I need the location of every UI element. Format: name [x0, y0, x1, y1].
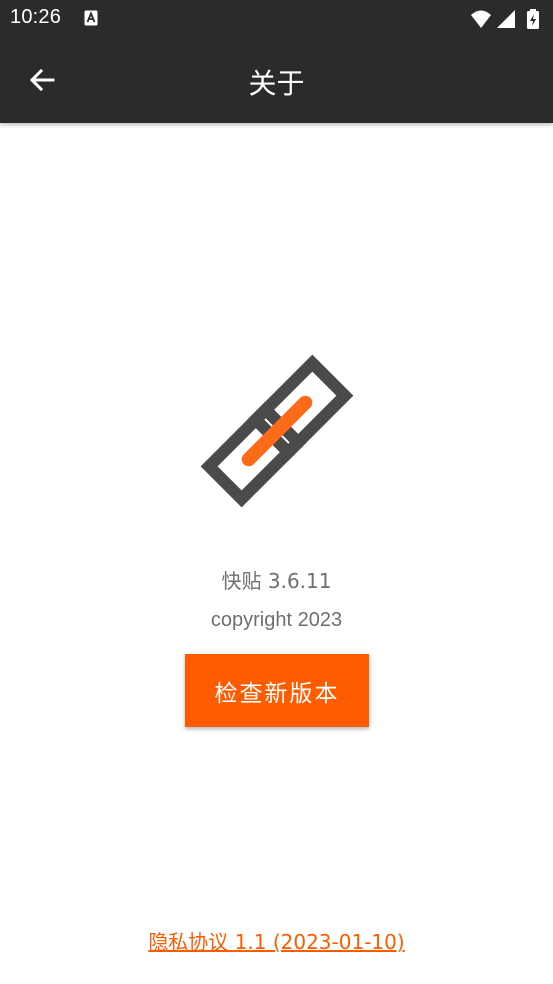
check-update-button[interactable]: 检查新版本 [185, 654, 369, 727]
cellular-signal-icon [497, 10, 515, 28]
battery-charging-icon [527, 9, 539, 29]
wifi-icon [471, 10, 491, 28]
privacy-policy-link[interactable]: 隐私协议 1.1 (2023-01-10) [0, 926, 553, 955]
about-screen: 10:26 关于 快贴 3.6.11 copyright 2023 检查新版本 … [0, 0, 553, 984]
copyright-text: copyright 2023 [210, 609, 343, 631]
chain-link-icon [196, 350, 358, 512]
app-version: 快贴 3.6.11 [221, 569, 332, 593]
a-notification-icon [84, 10, 98, 26]
status-bar: 10:26 [0, 0, 553, 38]
page-title: 关于 [248, 67, 305, 100]
app-bar: 关于 [0, 38, 553, 123]
status-time: 10:26 [10, 6, 62, 28]
status-icons [469, 8, 545, 29]
